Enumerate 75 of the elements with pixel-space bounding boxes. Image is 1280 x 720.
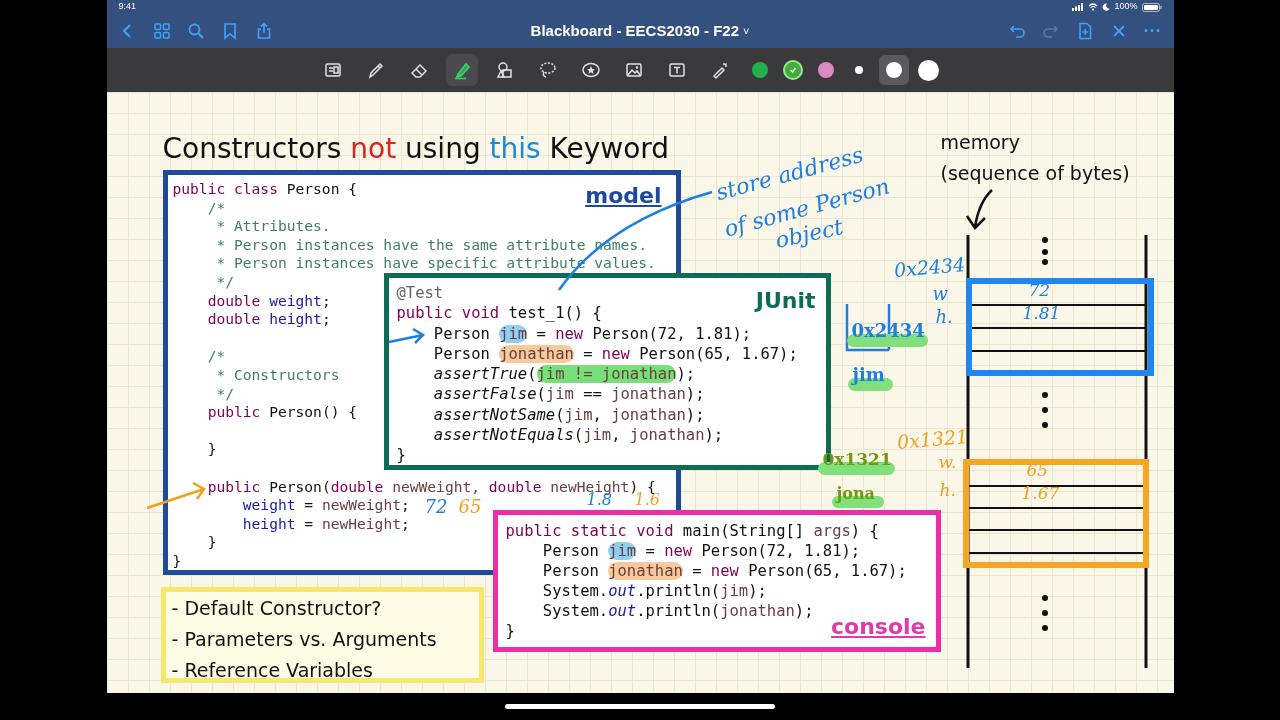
memory-label: memory xyxy=(940,130,1020,155)
slide-title: Constructors not using this Keyword xyxy=(162,131,670,167)
ink-arrow xyxy=(145,481,206,510)
handwritten-note: 0x2434 xyxy=(851,320,925,343)
grid-icon[interactable] xyxy=(152,22,171,40)
status-time: 9:41 xyxy=(118,0,137,14)
code-line: /* xyxy=(206,347,226,366)
signal-icon xyxy=(1072,3,1085,11)
highlighter-icon[interactable] xyxy=(445,54,478,86)
memory-caption: (sequence of bytes) xyxy=(940,161,1130,186)
code-line: } xyxy=(396,445,406,466)
code-line: assertFalse(jim == jonathan); xyxy=(432,384,705,405)
code-line: double height; xyxy=(206,310,331,329)
ink-arrow xyxy=(387,327,425,345)
code-line: System.out.println(jonathan); xyxy=(541,601,814,621)
handwritten-note: 0x1321 xyxy=(895,424,969,455)
bullet-item: - Parameters vs. Arguments xyxy=(171,627,437,652)
handwritten-note: 1.67 xyxy=(1021,483,1060,505)
ellipsis-dots xyxy=(1041,595,1048,631)
code-line: } xyxy=(172,551,182,571)
caret-icon[interactable]: ˅ xyxy=(743,22,750,40)
ellipsis-dots xyxy=(1041,392,1048,428)
code-line: } xyxy=(206,440,217,459)
code-line: public void test_1() { xyxy=(396,303,602,324)
code-line: Person jonathan = new Person(65, 1.67); xyxy=(541,561,907,581)
code-line: */ xyxy=(215,384,234,404)
code-line: double weight; xyxy=(206,291,331,311)
handwritten-note: w. xyxy=(938,452,957,474)
code-line: assertNotSame(jim, jonathan); xyxy=(432,404,705,426)
code-line: System.out.println(jim); xyxy=(541,581,767,601)
code-line: */ xyxy=(215,272,234,292)
undo-icon[interactable] xyxy=(1007,22,1026,40)
bullet-item: - Default Constructor? xyxy=(171,596,382,621)
code-line: @Test xyxy=(396,283,444,304)
handwritten-note: 72 xyxy=(1028,280,1051,302)
pen-size-button[interactable] xyxy=(878,55,909,85)
handwritten-note: 1.81 xyxy=(1022,303,1061,325)
handwritten-note: h. xyxy=(939,480,956,502)
code-line: } xyxy=(505,621,515,641)
handwritten-note: h. xyxy=(935,306,953,329)
code-line: * Constructors xyxy=(215,365,340,385)
panel-label: model xyxy=(585,182,662,210)
code-line: public class Person { xyxy=(172,180,357,199)
bullet-item: - Reference Variables xyxy=(171,658,373,683)
code-line: * Attributes. xyxy=(215,217,331,236)
panel-label: console xyxy=(831,613,926,641)
ellipsis-dots xyxy=(1041,237,1048,265)
handwritten-note: w xyxy=(932,283,948,306)
code-line: public Person() { xyxy=(206,403,358,422)
color-swatch[interactable] xyxy=(751,62,768,78)
handwritten-note: 65 xyxy=(1026,460,1049,482)
code-line: Person jim = new Person(72, 1.81); xyxy=(541,541,861,561)
panel-label: JUnit xyxy=(755,287,816,315)
code-line: Person jim = new Person(72, 1.81); xyxy=(432,323,752,344)
moon-icon xyxy=(1102,3,1111,11)
handwritten-note: 0x2434 xyxy=(892,252,966,283)
handwritten-note: jim xyxy=(852,364,885,387)
code-line: height = newHeight; xyxy=(241,514,410,534)
battery-percent: 100% xyxy=(1114,0,1138,14)
color-swatch[interactable] xyxy=(817,62,834,78)
search-icon[interactable] xyxy=(186,22,205,40)
battery-icon xyxy=(1141,2,1162,12)
code-line: public static void main(String[] args) { xyxy=(505,521,879,541)
wifi-icon xyxy=(1088,3,1099,11)
ink-arrow xyxy=(965,188,993,230)
color-swatch[interactable] xyxy=(782,60,803,80)
code-line: assertNotEquals(jim, jonathan); xyxy=(432,425,724,446)
code-line: weight = newWeight; xyxy=(241,496,410,515)
handwritten-note: 72 xyxy=(424,496,448,519)
handwritten-note: 65 xyxy=(458,496,482,519)
document-title[interactable]: Blackboard - EECS2030 - F22 xyxy=(530,19,739,43)
code-line: } xyxy=(206,533,217,552)
code-line: assertTrue(jim != jonathan); xyxy=(432,364,696,385)
code-line: Person jonathan = new Person(65, 1.67); xyxy=(432,343,798,365)
code-line: /* xyxy=(206,198,226,218)
